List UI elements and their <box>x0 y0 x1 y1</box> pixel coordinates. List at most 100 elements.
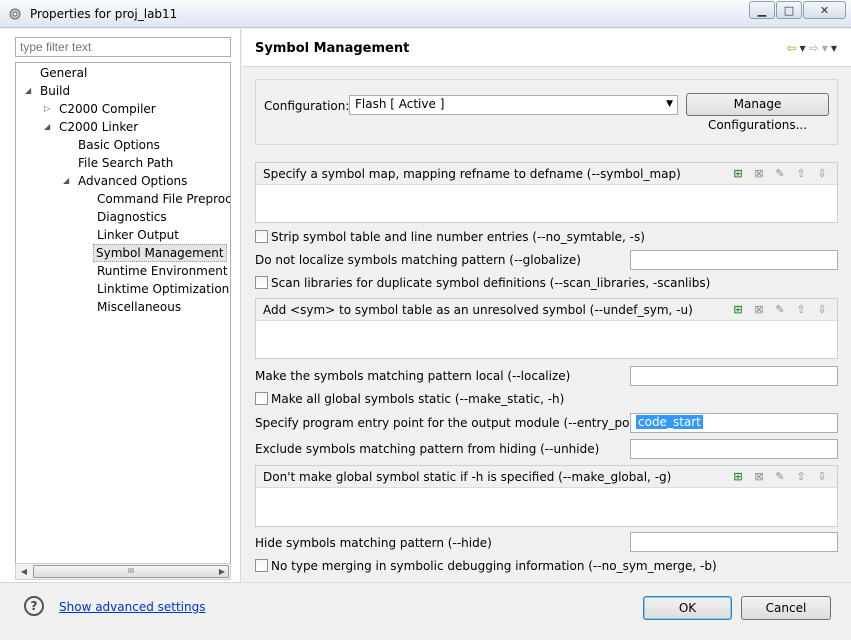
tree-item-runtime-environment[interactable]: Runtime Environment <box>95 262 230 280</box>
configuration-label: Configuration: <box>264 99 350 113</box>
make-static-label: Make all global symbols static (--make_s… <box>271 392 565 406</box>
move-up-icon[interactable]: ⇧ <box>794 469 808 484</box>
edit-icon[interactable]: ✎ <box>773 166 787 181</box>
ok-button[interactable]: OK <box>643 596 732 620</box>
scrollbar-thumb[interactable]: III <box>33 565 229 578</box>
hide-label: Hide symbols matching pattern (--hide) <box>255 536 492 550</box>
page-header: Symbol Management ⇦ ▼ ⇨ ▼ ▼ <box>242 29 851 67</box>
show-advanced-settings-link[interactable]: Show advanced settings <box>59 600 206 614</box>
tree-item-file-search-path[interactable]: File Search Path <box>76 154 175 172</box>
undef-sym-list-header: Add <sym> to symbol table as an unresolv… <box>256 299 837 321</box>
no-sym-merge-option[interactable]: No type merging in symbolic debugging in… <box>255 557 717 575</box>
delete-icon[interactable]: ⊠ <box>752 166 766 181</box>
list-toolbar: ⊞ ⊠ ✎ ⇧ ⇩ <box>731 166 829 181</box>
no-symtable-label: Strip symbol table and line number entri… <box>271 230 645 244</box>
minimize-button[interactable]: ▁ <box>749 1 775 19</box>
maximize-icon: □ <box>783 3 795 17</box>
unhide-label: Exclude symbols matching pattern from hi… <box>255 442 600 456</box>
symbol-map-list: Specify a symbol map, mapping refname to… <box>255 162 838 223</box>
make-global-list-header: Don't make global symbol static if -h is… <box>256 466 837 488</box>
configuration-value: Flash [ Active ] <box>355 97 445 111</box>
maximize-button[interactable]: □ <box>776 1 802 19</box>
right-panel: Symbol Management ⇦ ▼ ⇨ ▼ ▼ Configuratio… <box>242 29 851 582</box>
scan-libraries-label: Scan libraries for duplicate symbol defi… <box>271 276 711 290</box>
expanded-arrow-icon[interactable]: ◢ <box>63 176 69 185</box>
move-up-icon[interactable]: ⇧ <box>794 166 808 181</box>
cancel-button[interactable]: Cancel <box>741 596 831 620</box>
make-static-option[interactable]: Make all global symbols static (--make_s… <box>255 390 564 408</box>
expanded-arrow-icon[interactable]: ◢ <box>25 86 31 95</box>
undef-sym-label: Add <sym> to symbol table as an unresolv… <box>263 303 693 317</box>
forward-dropdown-icon[interactable]: ▼ <box>822 44 828 53</box>
tree-item-miscellaneous[interactable]: Miscellaneous <box>95 298 183 316</box>
help-icon[interactable]: ? <box>24 596 44 616</box>
tree-item-symbol-management[interactable]: Symbol Management <box>93 244 227 262</box>
delete-icon[interactable]: ⊠ <box>752 302 766 317</box>
close-icon: ✕ <box>819 3 830 17</box>
no-sym-merge-label: No type merging in symbolic debugging in… <box>271 559 717 573</box>
forward-arrow-icon[interactable]: ⇨ <box>809 41 819 55</box>
undef-sym-list: Add <sym> to symbol table as an unresolv… <box>255 298 838 359</box>
view-menu-icon[interactable]: ▼ <box>831 44 837 53</box>
configuration-group: Configuration: Flash [ Active ] ▼ Manage… <box>255 79 838 145</box>
collapsed-arrow-icon[interactable]: ▷ <box>44 104 50 113</box>
tree-horizontal-scrollbar[interactable]: ◀ III ▶ <box>15 563 231 580</box>
make-static-checkbox[interactable] <box>255 392 268 405</box>
back-arrow-icon[interactable]: ⇦ <box>786 41 796 55</box>
no-symtable-option[interactable]: Strip symbol table and line number entri… <box>255 228 645 246</box>
tree-item-c2000-linker[interactable]: C2000 Linker <box>57 118 140 136</box>
symbol-map-label: Specify a symbol map, mapping refname to… <box>263 167 681 181</box>
close-button[interactable]: ✕ <box>803 1 846 19</box>
left-panel: General ◢ Build ▷ C2000 Compiler ◢ C2000… <box>0 29 241 582</box>
edit-icon[interactable]: ✎ <box>773 469 787 484</box>
move-up-icon[interactable]: ⇧ <box>794 302 808 317</box>
tree-item-linktime-optimization[interactable]: Linktime Optimization <box>95 280 230 298</box>
hide-input[interactable] <box>630 532 838 552</box>
manage-configurations-button[interactable]: Manage Configurations... <box>686 93 829 132</box>
expanded-arrow-icon[interactable]: ◢ <box>44 122 50 131</box>
delete-icon[interactable]: ⊠ <box>752 469 766 484</box>
scan-libraries-option[interactable]: Scan libraries for duplicate symbol defi… <box>255 274 710 292</box>
tree-item-c2000-compiler[interactable]: C2000 Compiler <box>57 100 158 118</box>
tree-item-diagnostics[interactable]: Diagnostics <box>95 208 169 226</box>
make-global-label: Don't make global symbol static if -h is… <box>263 470 672 484</box>
localize-input[interactable] <box>630 366 838 386</box>
symbol-map-list-header: Specify a symbol map, mapping refname to… <box>256 163 837 185</box>
back-dropdown-icon[interactable]: ▼ <box>799 44 805 53</box>
chevron-down-icon: ▼ <box>666 99 673 109</box>
tree-item-command-file-preprocess[interactable]: Command File Preprocess <box>95 190 230 208</box>
settings-tree: General ◢ Build ▷ C2000 Compiler ◢ C2000… <box>15 62 231 566</box>
app-gear-icon <box>9 8 21 20</box>
add-icon[interactable]: ⊞ <box>731 469 745 484</box>
tree-item-basic-options[interactable]: Basic Options <box>76 136 162 154</box>
page-navigation: ⇦ ▼ ⇨ ▼ ▼ <box>786 41 837 55</box>
scan-libraries-checkbox[interactable] <box>255 276 268 289</box>
entry-point-label: Specify program entry point for the outp… <box>255 416 670 430</box>
filter-input[interactable] <box>15 37 231 57</box>
configuration-select[interactable]: Flash [ Active ] ▼ <box>349 95 678 115</box>
move-down-icon[interactable]: ⇩ <box>815 302 829 317</box>
scroll-right-icon[interactable]: ▶ <box>214 564 230 579</box>
minimize-icon: ▁ <box>757 3 767 17</box>
entry-point-input[interactable]: code_start <box>630 413 838 433</box>
window-controls: ▁ □ ✕ <box>748 1 846 19</box>
page-title: Symbol Management <box>255 41 410 56</box>
make-global-list: Don't make global symbol static if -h is… <box>255 465 838 527</box>
edit-icon[interactable]: ✎ <box>773 302 787 317</box>
no-symtable-checkbox[interactable] <box>255 230 268 243</box>
tree-item-general[interactable]: General <box>38 64 89 82</box>
add-icon[interactable]: ⊞ <box>731 166 745 181</box>
tree-item-linker-output[interactable]: Linker Output <box>95 226 181 244</box>
tree-item-build[interactable]: Build <box>38 82 72 100</box>
unhide-input[interactable] <box>630 439 838 459</box>
no-sym-merge-checkbox[interactable] <box>255 559 268 572</box>
move-down-icon[interactable]: ⇩ <box>815 166 829 181</box>
dialog-footer: ? Show advanced settings OK Cancel <box>0 582 851 640</box>
move-down-icon[interactable]: ⇩ <box>815 469 829 484</box>
add-icon[interactable]: ⊞ <box>731 302 745 317</box>
window-title: Properties for proj_lab11 <box>30 7 178 21</box>
tree-item-advanced-options[interactable]: Advanced Options <box>76 172 189 190</box>
globalize-label: Do not localize symbols matching pattern… <box>255 253 581 267</box>
scroll-left-icon[interactable]: ◀ <box>16 564 32 579</box>
globalize-input[interactable] <box>630 250 838 270</box>
